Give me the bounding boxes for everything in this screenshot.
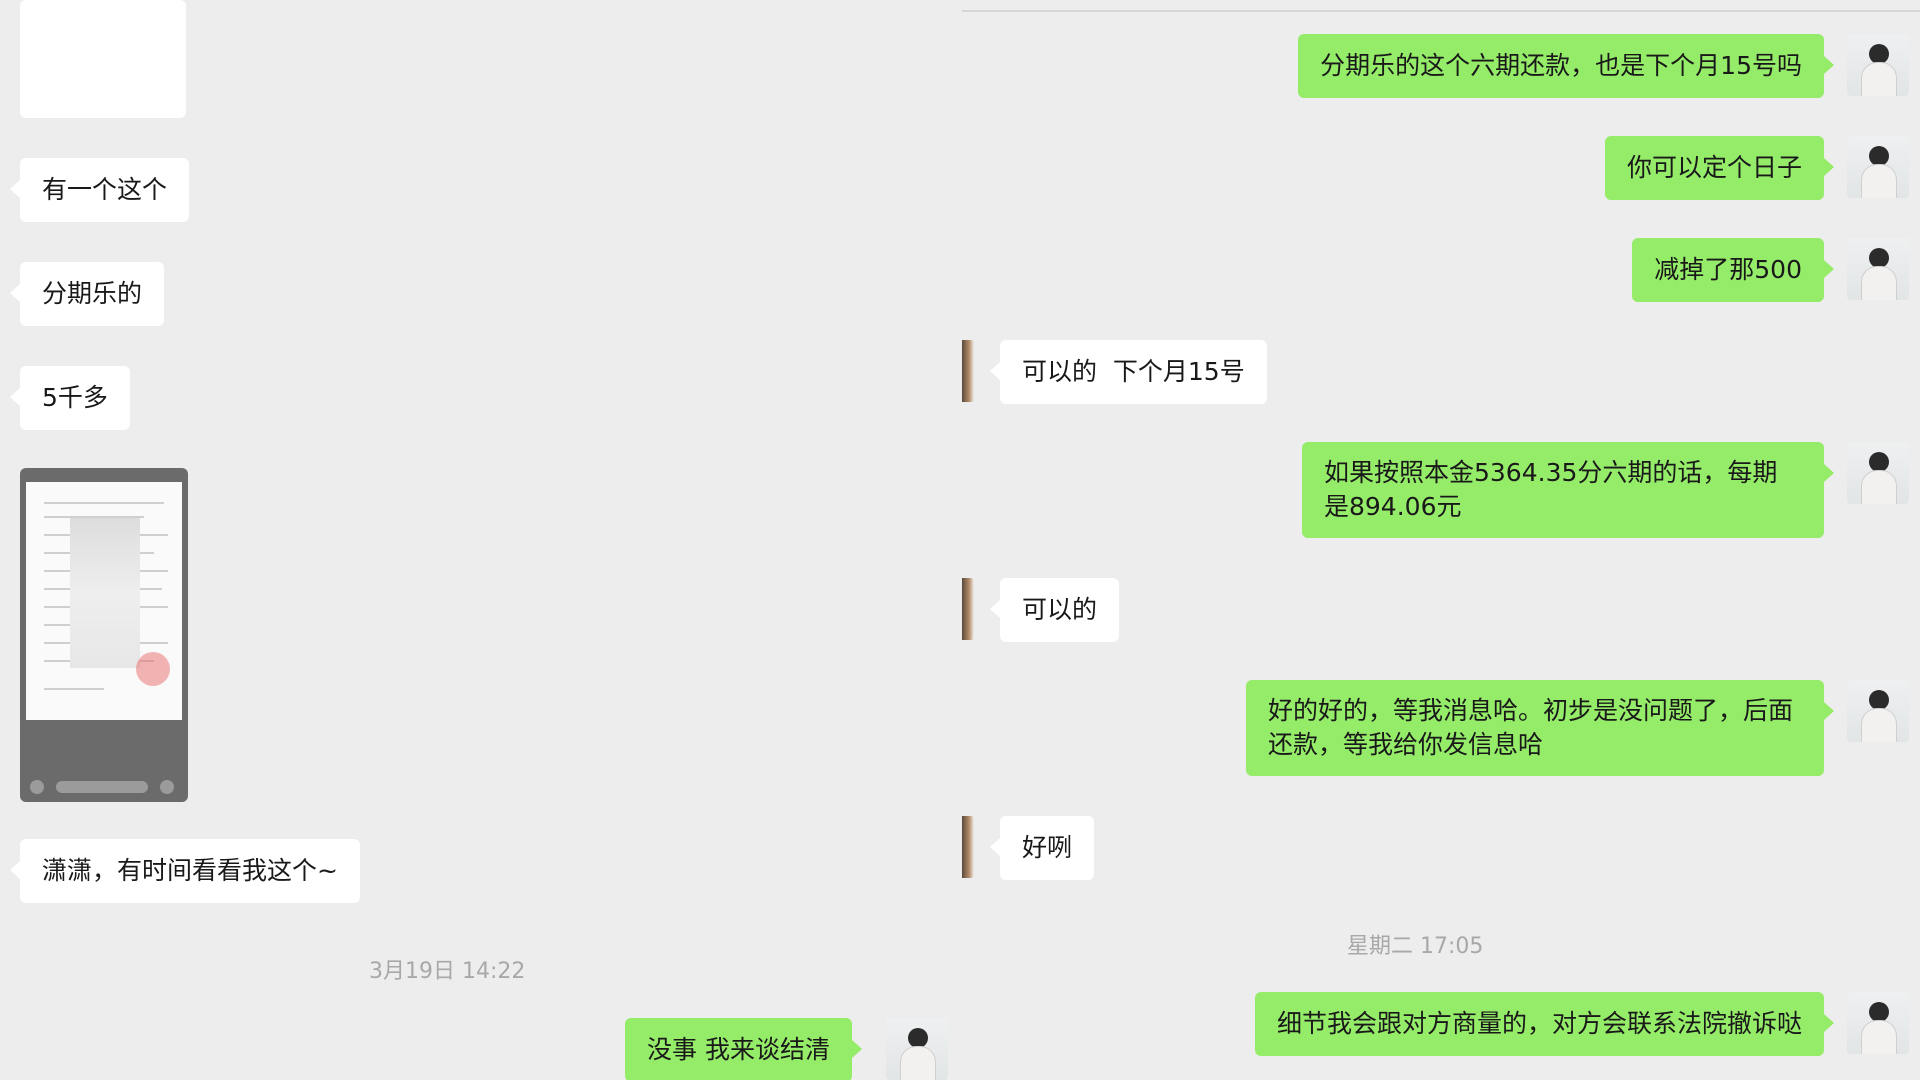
message-text: 你可以定个日子 [1626,153,1802,182]
message-text: 可以的 [1022,595,1098,624]
more-icon [160,780,174,794]
message-bubble-outgoing[interactable]: 减掉了那500 [1632,238,1834,302]
link-card-thumbnail[interactable] [20,0,186,118]
message-text: 减掉了那500 [1654,255,1802,284]
red-seal [136,652,170,686]
message-bubble-incoming[interactable]: 分期乐的 [9,262,165,326]
message-bubble-incoming[interactable]: 5千多 [10,366,130,430]
message-bubble-incoming[interactable]: 可以的 下个月15号 [990,340,1267,404]
user-avatar[interactable] [1847,34,1909,96]
message-bubble-outgoing[interactable]: 好的好的，等我消息哈。初步是没问题了，后面还款，等我给你发信息哈 [1246,680,1834,776]
user-avatar[interactable] [886,1018,948,1080]
contact-avatar[interactable] [962,578,974,640]
right-chat-panel[interactable]: 分期乐的这个六期还款，也是下个月15号吗 你可以定个日子 减掉了那500 可以的… [962,0,1920,1080]
message-bubble-outgoing[interactable]: 细节我会跟对方商量的，对方会联系法院撤诉哒 [1254,992,1835,1056]
blurred-content [70,518,140,668]
contact-avatar[interactable] [962,340,974,402]
message-text: 如果按照本金5364.35分六期的话，每期是894.06元 [1324,458,1778,521]
message-bubble-outgoing[interactable]: 分期乐的这个六期还款，也是下个月15号吗 [1298,34,1834,98]
message-bubble-outgoing[interactable]: 你可以定个日子 [1604,136,1835,200]
message-text: 分期乐的这个六期还款，也是下个月15号吗 [1320,51,1802,80]
contact-avatar[interactable] [962,816,974,878]
message-text: 可以的 下个月15号 [1022,357,1245,386]
back-icon [30,780,44,794]
message-text: 没事 我来谈结清 [647,1035,830,1064]
user-avatar[interactable] [1847,442,1909,504]
chat-timestamp: 3月19日 14:22 [369,959,526,984]
message-bubble-incoming[interactable]: 可以的 [989,578,1120,642]
chat-timestamp: 星期二 17:05 [1347,934,1484,959]
user-avatar[interactable] [1847,136,1909,198]
message-bubble-incoming[interactable]: 潇潇，有时间看看我这个~ [10,839,360,903]
message-text: 有一个这个 [42,175,168,204]
user-avatar[interactable] [1847,238,1909,300]
image-message-document[interactable] [20,468,188,802]
message-text: 好的好的，等我消息哈。初步是没问题了，后面还款，等我给你发信息哈 [1268,696,1794,759]
divider [962,10,1920,12]
message-bubble-incoming[interactable]: 好咧 [989,816,1095,880]
message-bubble-incoming[interactable]: 有一个这个 [9,158,190,222]
user-avatar[interactable] [1847,680,1909,742]
left-chat-panel[interactable]: 有一个这个 分期乐的 5千多 潇潇，有时间看看我这个~ 3月19日 14:22 … [0,0,962,1080]
document-page [26,482,182,720]
message-bubble-outgoing[interactable]: 没事 我来谈结清 [625,1018,862,1080]
message-text: 潇潇，有时间看看我这个~ [42,856,338,885]
message-text: 细节我会跟对方商量的，对方会联系法院撤诉哒 [1276,1009,1802,1038]
url-bar [56,781,148,793]
message-text: 好咧 [1022,833,1073,862]
message-text: 分期乐的 [42,279,143,308]
message-text: 5千多 [42,383,108,412]
browser-toolbar [30,778,178,796]
user-avatar[interactable] [1847,992,1909,1054]
message-bubble-outgoing[interactable]: 如果按照本金5364.35分六期的话，每期是894.06元 [1302,442,1834,538]
